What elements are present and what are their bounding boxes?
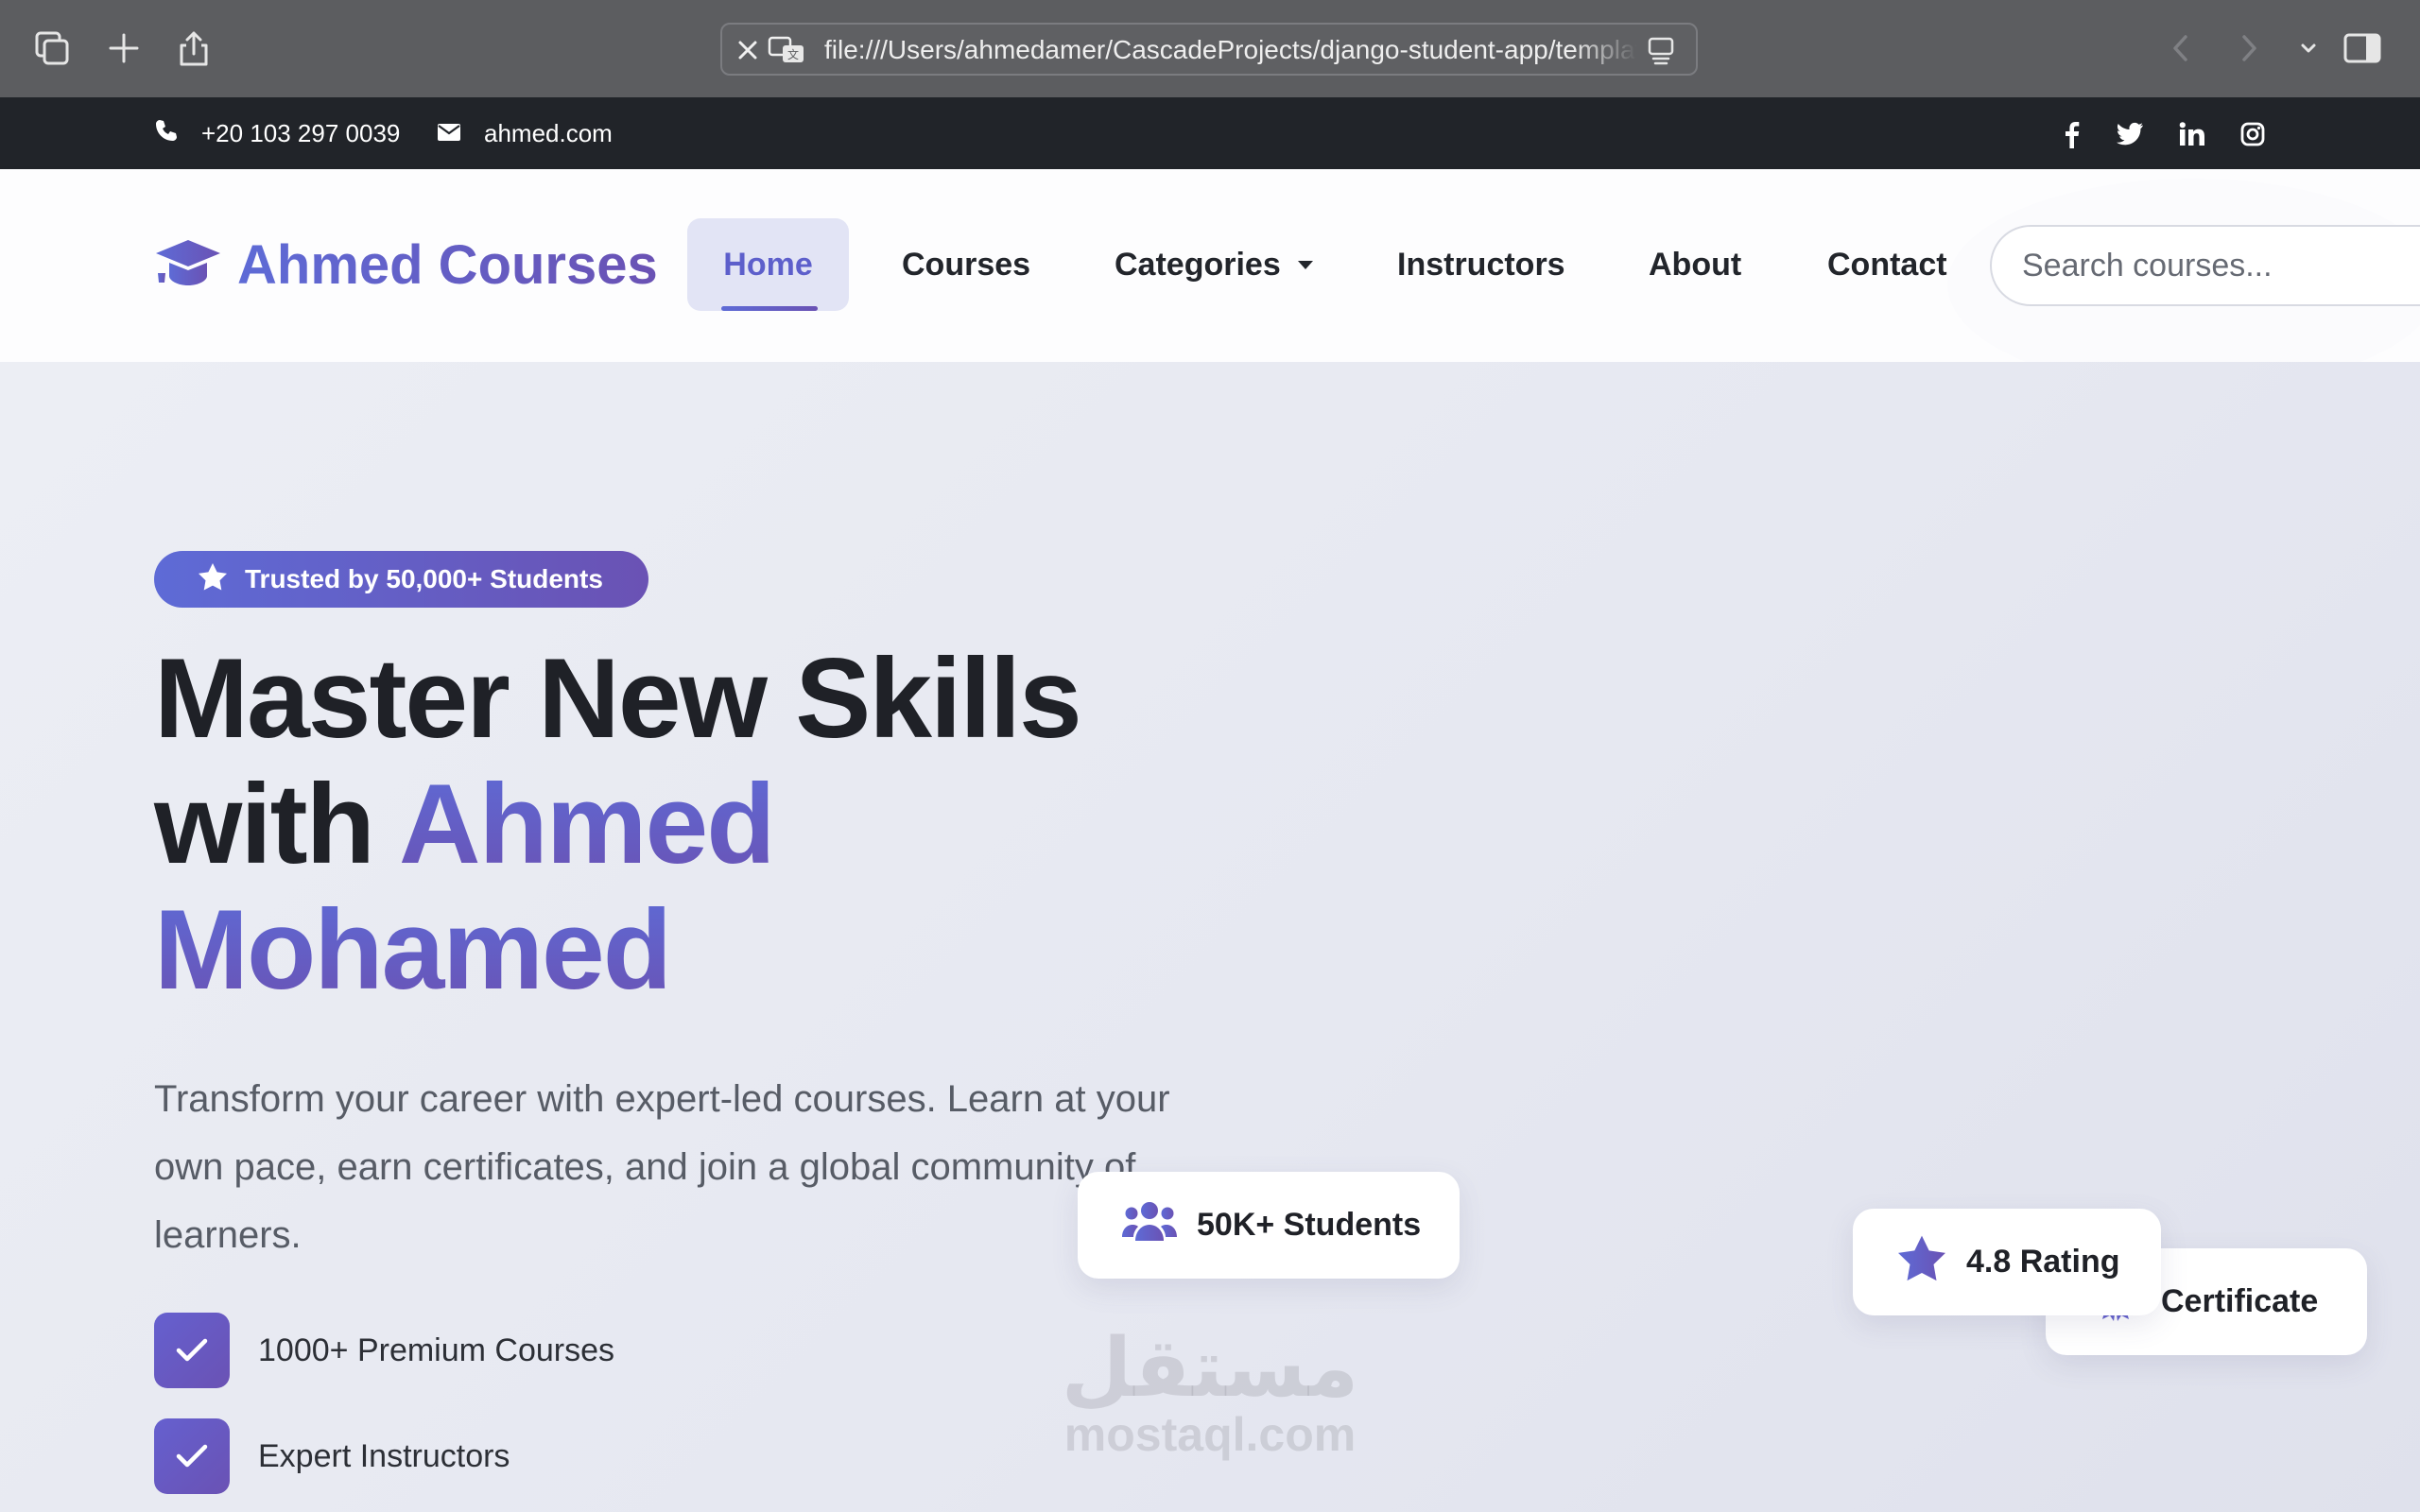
graduation-cap-icon xyxy=(154,236,222,294)
browser-toolbar: 文 file:///Users/ahmedamer/CascadeProject… xyxy=(0,0,2420,97)
back-icon[interactable] xyxy=(2152,21,2210,76)
watermark-latin: mostaql.com xyxy=(1063,1408,1357,1461)
new-tab-icon[interactable] xyxy=(95,21,153,76)
caret-down-icon xyxy=(1297,260,1313,269)
reader-icon[interactable] xyxy=(1645,36,1677,71)
nav-home[interactable]: Home xyxy=(687,218,849,311)
search-input[interactable] xyxy=(2022,244,2419,287)
linkedin-icon[interactable] xyxy=(2172,115,2210,153)
instagram-icon[interactable] xyxy=(2234,115,2272,153)
translate-icon[interactable]: 文 xyxy=(768,35,807,70)
phone-contact[interactable]: +20 103 297 0039 xyxy=(154,97,400,169)
facebook-icon[interactable] xyxy=(2052,115,2090,153)
nav-instructors-label: Instructors xyxy=(1397,246,1565,283)
twitter-icon[interactable] xyxy=(2111,115,2149,153)
sidebar-icon[interactable] xyxy=(2333,21,2392,76)
search-box xyxy=(1990,225,2420,306)
feature-label: 1000+ Premium Courses xyxy=(258,1332,615,1368)
hero-subtitle: Transform your career with expert-led co… xyxy=(154,1078,1170,1256)
watermark: مستقل mostaql.com xyxy=(1059,1326,1361,1458)
headline-name-first: Ahmed xyxy=(398,761,776,887)
feature-item: 1000+ Premium Courses xyxy=(154,1313,614,1388)
envelope-icon xyxy=(437,119,461,148)
feature-item: Expert Instructors xyxy=(154,1418,510,1494)
main-navbar: Ahmed Courses Home Courses Categories In… xyxy=(0,169,2420,362)
tab-overview-icon[interactable] xyxy=(23,21,81,76)
headline-line1: Master New Skills xyxy=(154,635,1082,762)
nav-contact-label: Contact xyxy=(1827,246,1947,283)
headline-with: with xyxy=(154,761,375,887)
check-icon xyxy=(154,1313,230,1388)
nav-contact[interactable]: Contact xyxy=(1827,218,1947,311)
brand-name: Ahmed Courses xyxy=(237,233,658,296)
url-text[interactable]: file:///Users/ahmedamer/CascadeProjects/… xyxy=(824,34,1637,66)
nav-home-label: Home xyxy=(723,246,813,283)
email-address: ahmed.com xyxy=(484,118,613,147)
brand-logo[interactable]: Ahmed Courses xyxy=(154,232,658,298)
forward-icon[interactable] xyxy=(2220,21,2278,76)
phone-icon xyxy=(154,118,179,149)
rating-stat-text: 4.8 Rating xyxy=(1966,1244,2120,1280)
users-icon xyxy=(1121,1197,1178,1253)
star-icon xyxy=(1896,1234,1947,1290)
email-contact[interactable]: ahmed.com xyxy=(437,97,613,169)
stop-loading-icon[interactable] xyxy=(734,36,762,69)
check-icon xyxy=(154,1418,230,1494)
address-bar[interactable]: 文 file:///Users/ahmedamer/CascadeProject… xyxy=(720,23,1698,76)
students-stat-text: 50K+ Students xyxy=(1197,1207,1422,1243)
nav-about[interactable]: About xyxy=(1649,218,1741,311)
svg-text:文: 文 xyxy=(787,47,799,61)
trust-badge: Trusted by 50,000+ Students xyxy=(154,551,648,608)
hero-headline: Master New Skills with Ahmed Mohamed xyxy=(154,636,1288,1013)
nav-courses-label: Courses xyxy=(902,246,1031,283)
headline-name-last: Mohamed xyxy=(154,886,672,1013)
star-icon xyxy=(198,562,228,597)
students-stat-card: 50K+ Students xyxy=(1078,1172,1460,1279)
nav-courses[interactable]: Courses xyxy=(902,218,1030,311)
nav-instructors[interactable]: Instructors xyxy=(1397,218,1565,311)
nav-about-label: About xyxy=(1649,246,1742,283)
hero-section: Trusted by 50,000+ Students Master New S… xyxy=(0,362,2420,1512)
watermark-arabic: مستقل xyxy=(1061,1321,1359,1416)
share-icon[interactable] xyxy=(164,21,223,76)
chevron-down-icon[interactable] xyxy=(2280,21,2337,76)
phone-number: +20 103 297 0039 xyxy=(201,118,401,147)
nav-categories-label: Categories xyxy=(1115,246,1281,283)
rating-stat-card: 4.8 Rating xyxy=(1853,1209,2161,1315)
trust-badge-text: Trusted by 50,000+ Students xyxy=(245,564,603,593)
certificate-text: Certificate xyxy=(2161,1283,2319,1319)
top-contact-bar: +20 103 297 0039 ahmed.com xyxy=(0,97,2420,169)
nav-categories-dropdown[interactable]: Categories xyxy=(1115,218,1313,311)
feature-label: Expert Instructors xyxy=(258,1437,510,1474)
active-indicator xyxy=(721,306,818,311)
